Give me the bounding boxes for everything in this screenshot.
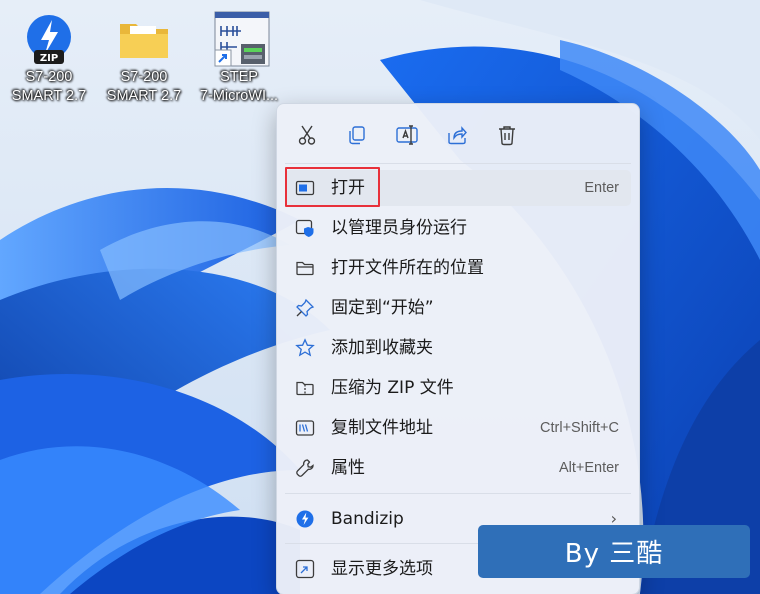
menu-separator [285,163,631,164]
menu-item-open-file-location[interactable]: 打开文件所在的位置 [285,250,631,286]
desktop-icon-label-line2: SMART 2.7 [106,88,182,104]
menu-separator [285,493,631,494]
red-highlight-box [285,167,380,207]
cut-button[interactable] [292,120,322,150]
step7-shortcut-icon [211,10,270,67]
desktop-icon-s7-200-folder[interactable]: S7-200 SMART 2.7 [99,8,189,106]
folder-icon [116,10,172,66]
pin-icon [295,298,315,318]
star-icon [295,338,315,358]
desktop-icon-s7-200-zip[interactable]: ZIP S7-200 SMART 2.7 [4,8,94,106]
zip-badge: ZIP [40,53,58,64]
copy-button[interactable] [342,120,372,150]
shield-icon [295,218,315,238]
desktop-icon-label-line1: STEP [220,69,258,85]
menu-item-shortcut: Enter [584,180,619,196]
desktop-icon-label-line1: S7-200 [25,69,73,85]
desktop-icon-label-line2: SMART 2.7 [11,88,87,104]
more-options-icon [295,559,315,579]
menu-item-label: 属性 [331,458,365,478]
desktop-icon-step7-microwin[interactable]: STEP 7-MicroWI... [194,8,284,106]
quick-action-bar [277,104,639,162]
menu-item-label: 打开文件所在的位置 [331,258,484,278]
menu-item-properties[interactable]: 属性 Alt+Enter [285,450,631,486]
trash-icon [499,126,515,146]
share-icon [448,126,467,145]
folder-outline-icon [295,258,315,278]
menu-item-label: 压缩为 ZIP 文件 [331,378,454,398]
menu-item-label: 添加到收藏夹 [331,338,433,358]
bandizip-zip-icon: ZIP [21,10,77,66]
watermark-badge: By 三酷 [478,525,750,578]
menu-item-compress-to-zip[interactable]: 压缩为 ZIP 文件 [285,370,631,406]
menu-item-run-as-admin[interactable]: 以管理员身份运行 [285,210,631,246]
menu-item-shortcut: Ctrl+Shift+C [540,420,619,436]
menu-item-add-to-favorites[interactable]: 添加到收藏夹 [285,330,631,366]
wrench-icon [295,458,315,478]
delete-button[interactable] [492,120,522,150]
bandizip-icon [295,509,315,529]
menu-item-label: Bandizip [331,509,404,529]
zip-folder-icon [295,378,315,398]
menu-item-label: 以管理员身份运行 [331,218,467,238]
menu-item-shortcut: Alt+Enter [558,460,619,476]
menu-item-label: 显示更多选项 [331,559,433,579]
desktop-icon-label-line1: S7-200 [120,69,168,85]
rename-button[interactable] [392,120,422,150]
desktop: ZIP S7-200 SMART 2.7 S7-200 SMART 2.7 ST… [0,0,760,594]
rename-icon [396,125,418,145]
copy-path-icon [295,418,315,438]
menu-item-pin-to-start[interactable]: 固定到“开始” [285,290,631,326]
menu-item-label: 固定到“开始” [331,298,434,318]
menu-item-copy-as-path[interactable]: 复制文件地址 Ctrl+Shift+C [285,410,631,446]
share-button[interactable] [442,120,472,150]
desktop-icon-label-line2: 7-MicroWI... [199,88,279,104]
menu-item-label: 复制文件地址 [331,418,433,438]
scissors-icon [298,125,316,145]
copy-icon [349,126,365,145]
